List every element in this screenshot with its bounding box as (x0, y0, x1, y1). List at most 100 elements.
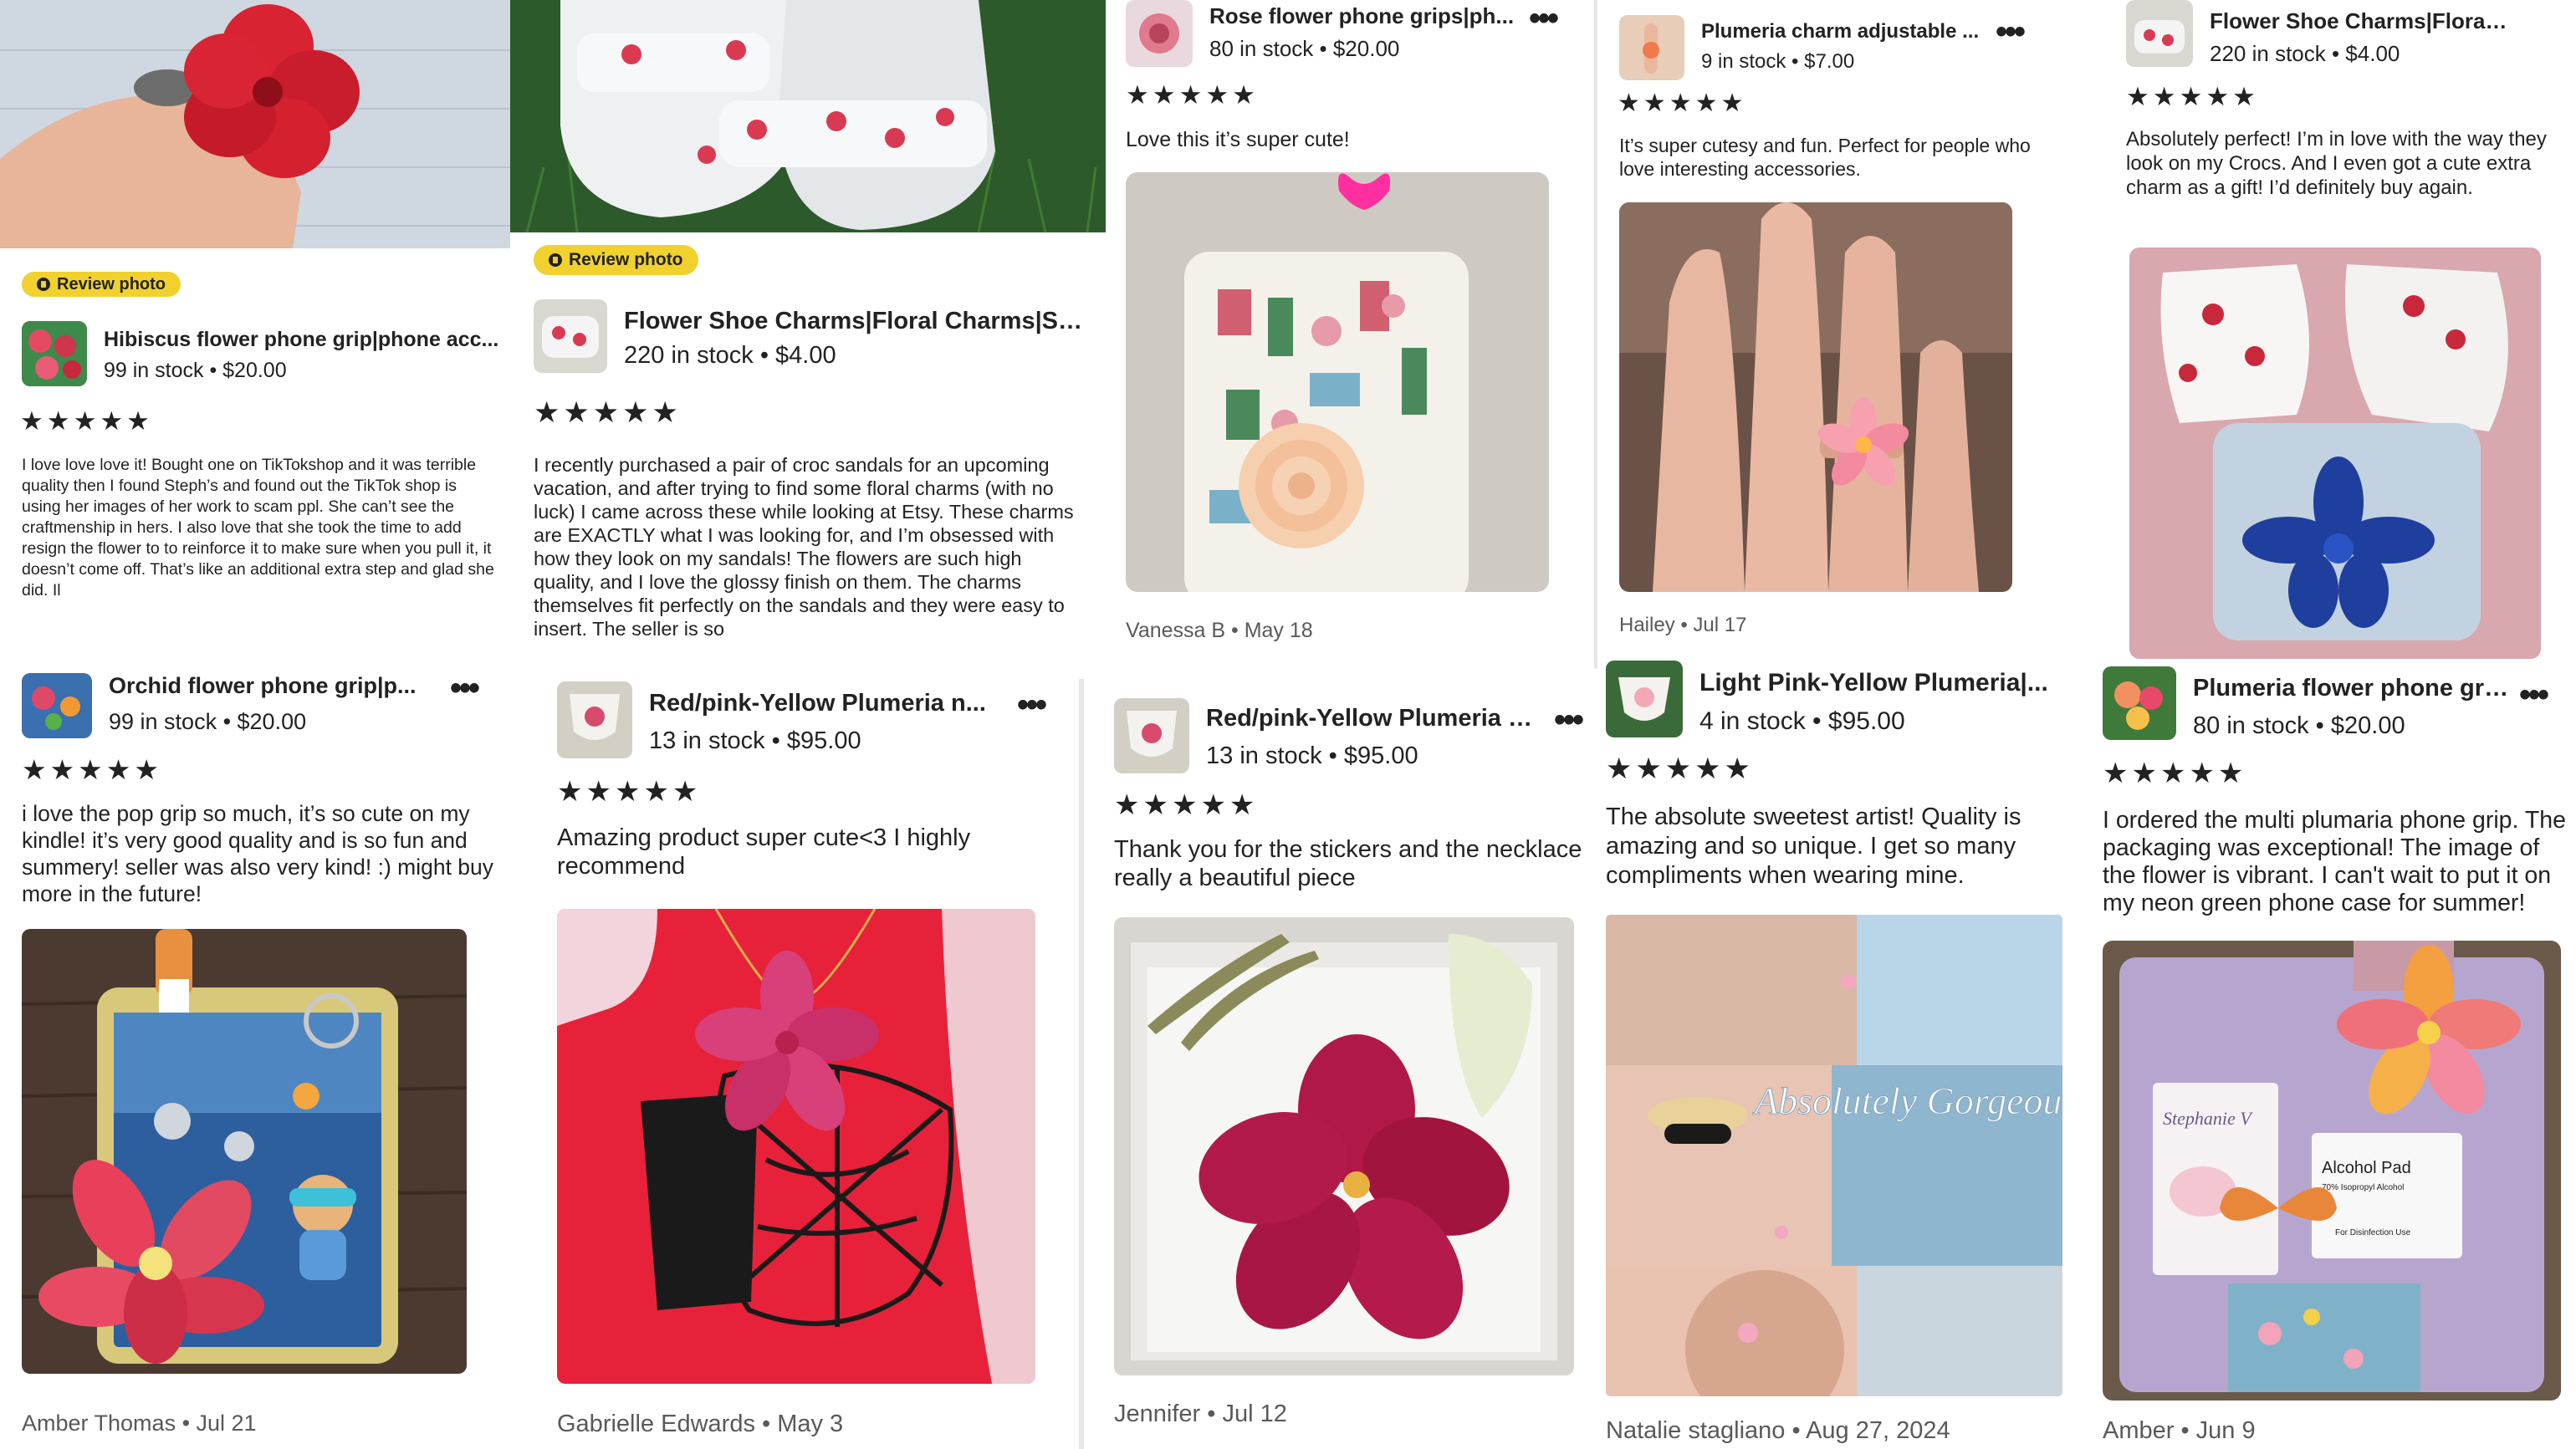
more-options-button[interactable]: ••• (1529, 2, 1559, 35)
photo-signature-text: Stephanie V (2163, 1108, 2253, 1129)
more-options-button[interactable]: ••• (1017, 688, 1047, 722)
product-link[interactable]: Light Pink-Yellow Plumeria|... 4 in stoc… (1606, 661, 2051, 737)
stock-price: 13 in stock • $95.00 (1206, 742, 1418, 769)
review-photo[interactable] (1126, 172, 1549, 592)
star-rating: ★★★★★ (534, 396, 682, 429)
review-text: Love this it’s super cute! (1126, 128, 1350, 151)
star-rating: ★★★★★ (1114, 789, 1259, 821)
photo-overlay-text: Absolutely Gorgeous (1752, 1079, 2062, 1122)
product-thumbnail (557, 681, 632, 758)
column-divider (1594, 0, 1597, 669)
product-title[interactable]: Rose flower phone grips|ph... (1209, 3, 1527, 29)
stock-price: 80 in stock • $20.00 (2193, 712, 2405, 739)
review-photo-badge: Review photo (534, 245, 698, 275)
stock-price: 220 in stock • $4.00 (2210, 41, 2400, 66)
stock-price: 13 in stock • $95.00 (649, 727, 861, 754)
product-link[interactable]: Hibiscus flower phone grip|phone acc... … (22, 321, 505, 386)
stock-price: 220 in stock • $4.00 (624, 342, 836, 369)
review-card-1: Review photo Hibiscus flower phone grip|… (0, 0, 510, 673)
star-rating: ★★★★★ (1618, 89, 1747, 117)
product-thumbnail (1126, 0, 1193, 67)
camera-icon (549, 253, 562, 267)
product-thumbnail (2103, 666, 2176, 740)
product-title[interactable]: Plumeria flower phone grip... (2193, 675, 2511, 702)
star-rating: ★★★★★ (557, 776, 702, 808)
product-thumbnail (22, 321, 87, 386)
product-link[interactable]: Orchid flower phone grip|p... 99 in stoc… (22, 673, 427, 738)
review-card-3: Rose flower phone grips|ph... 80 in stoc… (1106, 0, 1599, 673)
review-text: Amazing product super cute<3 I highly re… (557, 824, 971, 880)
product-thumbnail (22, 673, 92, 738)
star-rating: ★★★★★ (22, 754, 162, 785)
review-card-9: Light Pink-Yellow Plumeria|... 4 in stoc… (1597, 661, 2091, 1449)
product-title[interactable]: Flower Shoe Charms|Floral Charms|Sh... (624, 308, 1092, 335)
product-title[interactable]: Orchid flower phone grip|p... (109, 673, 427, 699)
review-text: It’s super cutesy and fun. Perfect for p… (1619, 135, 2031, 180)
review-author-date: Amber Thomas • Jul 21 (22, 1411, 257, 1436)
review-photo[interactable] (2129, 247, 2541, 659)
more-options-button[interactable]: ••• (1996, 15, 2026, 48)
review-text: Thank you for the stickers and the neckl… (1114, 836, 1582, 891)
stock-price: 99 in stock • $20.00 (104, 359, 287, 382)
product-title[interactable]: Hibiscus flower phone grip|phone acc... (104, 328, 505, 352)
product-thumbnail (1606, 661, 1683, 737)
camera-icon (37, 278, 50, 291)
product-link[interactable]: Red/pink-Yellow Plumeria n... 13 in stoc… (557, 681, 1000, 758)
photo-alcohol-text: Alcohol Pad (2322, 1159, 2411, 1177)
product-link[interactable]: Rose flower phone grips|ph... 80 in stoc… (1126, 0, 1527, 67)
product-link[interactable]: Red/pink-Yellow Plumeria n... 13 in stoc… (1114, 698, 1541, 773)
product-title[interactable]: Red/pink-Yellow Plumeria n... (649, 690, 1000, 717)
review-text: I love love love it! Bought one on TikTo… (22, 456, 494, 599)
review-text: I recently purchased a pair of croc sand… (534, 454, 1074, 640)
review-text: Absolutely perfect! I’m in love with the… (2126, 128, 2547, 199)
review-text: The absolute sweetest artist! Quality is… (1606, 804, 2021, 889)
product-title[interactable]: Red/pink-Yellow Plumeria n... (1206, 705, 1541, 732)
star-rating: ★★★★★ (20, 406, 153, 436)
star-rating: ★★★★★ (2103, 758, 2247, 789)
product-title[interactable]: Plumeria charm adjustable ... (1701, 20, 1986, 43)
review-author-date: Hailey • Jul 17 (1619, 614, 1747, 636)
review-photo-badge: Review photo (22, 272, 181, 297)
star-rating: ★★★★★ (2126, 82, 2259, 111)
product-link[interactable]: Plumeria charm adjustable ... 9 in stock… (1619, 15, 1986, 80)
product-link[interactable]: Flower Shoe Charms|Floral Charms|Sh... 2… (534, 299, 1092, 373)
review-card-5: Flower Shoe Charms|Floral ... 220 in sto… (2101, 0, 2576, 665)
product-thumbnail (2126, 0, 2193, 67)
product-thumbnail (1114, 698, 1189, 773)
review-photo[interactable] (557, 909, 1035, 1384)
product-thumbnail (534, 299, 607, 373)
product-link[interactable]: Plumeria flower phone grip... 80 in stoc… (2103, 666, 2511, 740)
review-card-10: Plumeria flower phone grip... 80 in stoc… (2091, 665, 2576, 1449)
stock-price: 9 in stock • $7.00 (1701, 50, 1855, 73)
review-photo[interactable] (1114, 917, 1574, 1375)
review-photo[interactable]: Absolutely Gorgeous (1606, 915, 2062, 1396)
review-text: i love the pop grip so much, it’s so cut… (22, 801, 494, 906)
more-options-button[interactable]: ••• (450, 673, 480, 705)
review-text: I ordered the multi plumaria phone grip.… (2103, 807, 2566, 916)
review-author-date: Amber • Jun 9 (2103, 1417, 2256, 1444)
product-thumbnail (1619, 15, 1684, 80)
review-card-4: Plumeria charm adjustable ... 9 in stock… (1599, 0, 2101, 665)
stock-price: 99 in stock • $20.00 (109, 709, 307, 734)
review-card-8: Red/pink-Yellow Plumeria n... 13 in stoc… (1096, 673, 1597, 1449)
photo-alcohol-use: For Disinfection Use (2335, 1228, 2410, 1237)
product-title[interactable]: Flower Shoe Charms|Floral ... (2210, 8, 2511, 34)
review-card-7: Red/pink-Yellow Plumeria n... 13 in stoc… (535, 673, 1071, 1449)
product-link[interactable]: Flower Shoe Charms|Floral ... 220 in sto… (2126, 0, 2511, 67)
review-card-6: Orchid flower phone grip|p... 99 in stoc… (0, 673, 519, 1449)
review-author-date: Natalie stagliano • Aug 27, 2024 (1606, 1417, 1950, 1444)
review-author-date: Vanessa B • May 18 (1126, 619, 1313, 642)
review-photo[interactable] (22, 929, 467, 1374)
more-options-button[interactable]: ••• (1554, 703, 1584, 737)
review-author-date: Jennifer • Jul 12 (1114, 1401, 1287, 1427)
review-photo[interactable]: Stephanie V Alcohol Pad 70% Isopropyl Al… (2103, 941, 2561, 1401)
star-rating: ★★★★★ (1126, 80, 1259, 110)
photo-alcohol-sub: 70% Isopropyl Alcohol (2322, 1183, 2404, 1192)
more-options-button[interactable]: ••• (2519, 678, 2549, 712)
review-photo[interactable] (1619, 202, 2012, 592)
review-photo[interactable] (510, 0, 1106, 232)
review-photo[interactable] (0, 0, 510, 248)
star-rating: ★★★★★ (1606, 753, 1754, 785)
review-author-date: Gabrielle Edwards • May 3 (557, 1411, 844, 1437)
product-title[interactable]: Light Pink-Yellow Plumeria|... (1699, 669, 2051, 697)
